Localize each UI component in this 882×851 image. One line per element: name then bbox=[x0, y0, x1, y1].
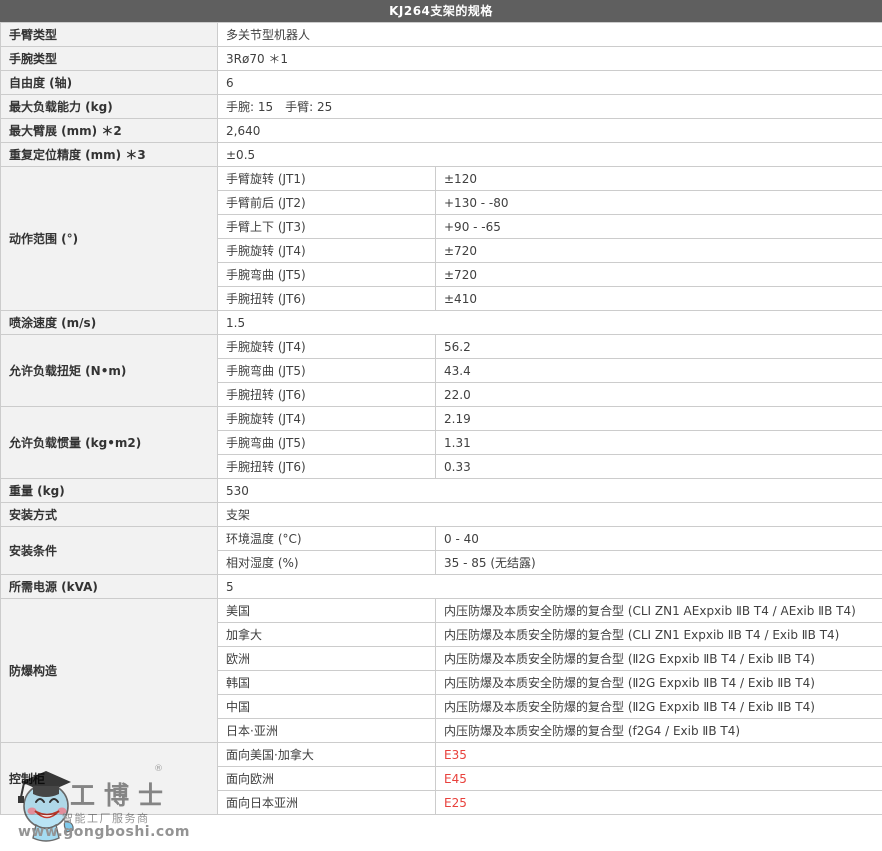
spec-value-cell: 手腕: 15 手臂: 25 bbox=[218, 95, 882, 119]
table-row: 安装方式支架 bbox=[1, 503, 882, 527]
spec-value-cell: ±720 bbox=[436, 263, 882, 287]
spec-label-cell: 手腕类型 bbox=[1, 47, 218, 71]
table-row: 防爆构造美国内压防爆及本质安全防爆的复合型 (CLI ZN1 AExpxib Ⅱ… bbox=[1, 599, 882, 623]
spec-sub-label-cell: 日本·亚洲 bbox=[218, 719, 436, 743]
spec-sub-label-cell: 相对湿度 (%) bbox=[218, 551, 436, 575]
spec-value-cell: 530 bbox=[218, 479, 882, 503]
table-row: 所需电源 (kVA)5 bbox=[1, 575, 882, 599]
spec-sub-label-cell: 手腕扭转 (JT6) bbox=[218, 455, 436, 479]
spec-label-cell: 安装条件 bbox=[1, 527, 218, 575]
spec-sub-label-cell: 韩国 bbox=[218, 671, 436, 695]
spec-value-cell: 内压防爆及本质安全防爆的复合型 (CLI ZN1 AExpxib ⅡB T4 /… bbox=[436, 599, 882, 623]
spec-sub-label-cell: 环境温度 (°C) bbox=[218, 527, 436, 551]
spec-sub-label-cell: 手臂旋转 (JT1) bbox=[218, 167, 436, 191]
spec-label-cell: 动作范围 (°) bbox=[1, 167, 218, 311]
table-row: 最大臂展 (mm) ＊22,640 bbox=[1, 119, 882, 143]
spec-label-cell: 防爆构造 bbox=[1, 599, 218, 743]
spec-value-cell: ±410 bbox=[436, 287, 882, 311]
spec-sub-label-cell: 中国 bbox=[218, 695, 436, 719]
table-row: 最大负载能力 (kg)手腕: 15 手臂: 25 bbox=[1, 95, 882, 119]
spec-value-cell: 内压防爆及本质安全防爆的复合型 (CLI ZN1 Expxib ⅡB T4 / … bbox=[436, 623, 882, 647]
spec-sub-label-cell: 面向美国·加拿大 bbox=[218, 743, 436, 767]
spec-value-cell: 6 bbox=[218, 71, 882, 95]
spec-label-cell: 重量 (kg) bbox=[1, 479, 218, 503]
spec-sub-label-cell: 面向日本亚洲 bbox=[218, 791, 436, 815]
table-row: 允许负载扭矩 (N•m)手腕旋转 (JT4)56.2 bbox=[1, 335, 882, 359]
spec-sub-label-cell: 手臂上下 (JT3) bbox=[218, 215, 436, 239]
spec-label-cell: 喷涂速度 (m/s) bbox=[1, 311, 218, 335]
spec-value-cell: 2.19 bbox=[436, 407, 882, 431]
spec-value-cell: 56.2 bbox=[436, 335, 882, 359]
spec-value-cell: 35 - 85 (无结露) bbox=[436, 551, 882, 575]
table-row: 重量 (kg)530 bbox=[1, 479, 882, 503]
spec-value-cell: 内压防爆及本质安全防爆的复合型 (Ⅱ2G Expxib ⅡB T4 / Exib… bbox=[436, 695, 882, 719]
table-row: 自由度 (轴)6 bbox=[1, 71, 882, 95]
spec-label-cell: 所需电源 (kVA) bbox=[1, 575, 218, 599]
spec-label-cell: 自由度 (轴) bbox=[1, 71, 218, 95]
spec-value-cell: 2,640 bbox=[218, 119, 882, 143]
spec-sub-label-cell: 面向欧洲 bbox=[218, 767, 436, 791]
spec-value-cell: E35 bbox=[436, 743, 882, 767]
spec-value-cell: 内压防爆及本质安全防爆的复合型 (f2G4 / Exib ⅡB T4) bbox=[436, 719, 882, 743]
spec-sub-label-cell: 手腕扭转 (JT6) bbox=[218, 383, 436, 407]
table-row: 手腕类型3Rø70 ＊1 bbox=[1, 47, 882, 71]
spec-value-cell: E45 bbox=[436, 767, 882, 791]
table-title: KJ264支架的规格 bbox=[0, 0, 882, 22]
spec-value-cell: ±720 bbox=[436, 239, 882, 263]
table-row: 安装条件环境温度 (°C)0 - 40 bbox=[1, 527, 882, 551]
spec-sub-label-cell: 手腕旋转 (JT4) bbox=[218, 335, 436, 359]
spec-label-cell: 重复定位精度 (mm) ＊3 bbox=[1, 143, 218, 167]
spec-table-body: 手臂类型多关节型机器人手腕类型3Rø70 ＊1自由度 (轴)6最大负载能力 (k… bbox=[1, 23, 882, 815]
spec-label-cell: 最大臂展 (mm) ＊2 bbox=[1, 119, 218, 143]
table-row: 重复定位精度 (mm) ＊3±0.5 bbox=[1, 143, 882, 167]
watermark-url: www.gongboshi.com bbox=[18, 824, 190, 840]
spec-sub-label-cell: 手臂前后 (JT2) bbox=[218, 191, 436, 215]
spec-value-cell: 支架 bbox=[218, 503, 882, 527]
spec-value-cell: 3Rø70 ＊1 bbox=[218, 47, 882, 71]
spec-value-cell: +130 - -80 bbox=[436, 191, 882, 215]
table-row: 允许负载惯量 (kg•m2)手腕旋转 (JT4)2.19 bbox=[1, 407, 882, 431]
spec-table: 手臂类型多关节型机器人手腕类型3Rø70 ＊1自由度 (轴)6最大负载能力 (k… bbox=[0, 22, 882, 815]
spec-value-cell: E25 bbox=[436, 791, 882, 815]
spec-label-cell: 手臂类型 bbox=[1, 23, 218, 47]
spec-value-cell: 0.33 bbox=[436, 455, 882, 479]
spec-value-cell: 多关节型机器人 bbox=[218, 23, 882, 47]
spec-value-cell: 内压防爆及本质安全防爆的复合型 (Ⅱ2G Expxib ⅡB T4 / Exib… bbox=[436, 671, 882, 695]
spec-sub-label-cell: 加拿大 bbox=[218, 623, 436, 647]
spec-value-cell: ±0.5 bbox=[218, 143, 882, 167]
table-row: 动作范围 (°)手臂旋转 (JT1)±120 bbox=[1, 167, 882, 191]
spec-sub-label-cell: 手腕弯曲 (JT5) bbox=[218, 359, 436, 383]
spec-value-cell: 43.4 bbox=[436, 359, 882, 383]
spec-value-cell: 0 - 40 bbox=[436, 527, 882, 551]
spec-value-cell: 5 bbox=[218, 575, 882, 599]
spec-value-cell: 内压防爆及本质安全防爆的复合型 (Ⅱ2G Expxib ⅡB T4 / Exib… bbox=[436, 647, 882, 671]
spec-sub-label-cell: 手腕旋转 (JT4) bbox=[218, 239, 436, 263]
spec-label-cell: 允许负载扭矩 (N•m) bbox=[1, 335, 218, 407]
spec-value-cell: 22.0 bbox=[436, 383, 882, 407]
spec-sub-label-cell: 手腕弯曲 (JT5) bbox=[218, 431, 436, 455]
table-row: 手臂类型多关节型机器人 bbox=[1, 23, 882, 47]
table-row: 控制柜面向美国·加拿大E35 bbox=[1, 743, 882, 767]
spec-label-cell: 控制柜 bbox=[1, 743, 218, 815]
spec-value-cell: ±120 bbox=[436, 167, 882, 191]
spec-sub-label-cell: 手腕旋转 (JT4) bbox=[218, 407, 436, 431]
table-row: 喷涂速度 (m/s)1.5 bbox=[1, 311, 882, 335]
spec-value-cell: 1.5 bbox=[218, 311, 882, 335]
spec-sub-label-cell: 手腕弯曲 (JT5) bbox=[218, 263, 436, 287]
spec-sub-label-cell: 欧洲 bbox=[218, 647, 436, 671]
spec-page: KJ264支架的规格 手臂类型多关节型机器人手腕类型3Rø70 ＊1自由度 (轴… bbox=[0, 0, 882, 851]
spec-sub-label-cell: 美国 bbox=[218, 599, 436, 623]
spec-value-cell: +90 - -65 bbox=[436, 215, 882, 239]
spec-value-cell: 1.31 bbox=[436, 431, 882, 455]
spec-sub-label-cell: 手腕扭转 (JT6) bbox=[218, 287, 436, 311]
spec-label-cell: 最大负载能力 (kg) bbox=[1, 95, 218, 119]
spec-label-cell: 安装方式 bbox=[1, 503, 218, 527]
spec-label-cell: 允许负载惯量 (kg•m2) bbox=[1, 407, 218, 479]
